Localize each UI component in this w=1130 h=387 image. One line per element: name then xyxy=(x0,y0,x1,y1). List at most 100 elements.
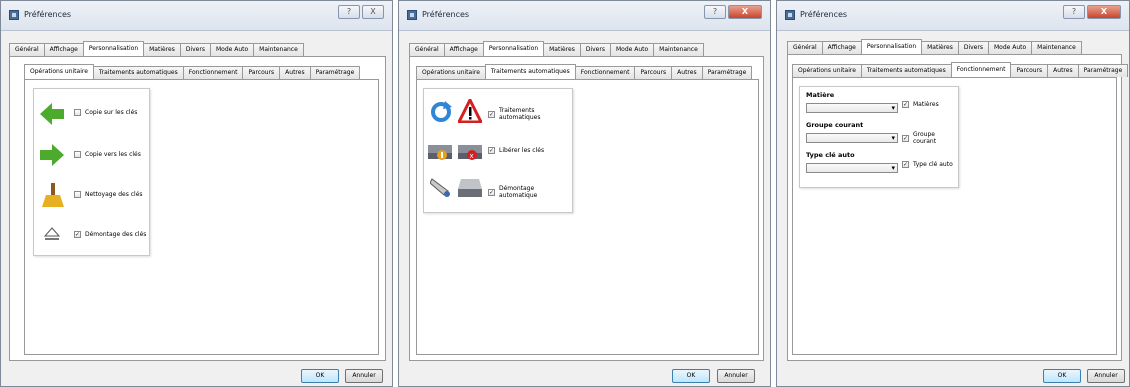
tab-affichage[interactable]: Affichage xyxy=(821,41,862,54)
tab-divers[interactable]: Divers xyxy=(957,41,989,54)
preferences-window-1: Préférences ? X Général Affichage Person… xyxy=(0,0,393,387)
help-button[interactable]: ? xyxy=(1063,5,1085,19)
close-button[interactable]: X xyxy=(362,5,384,19)
tab-personnalisation[interactable]: Personnalisation xyxy=(860,39,923,54)
tab-maintenance[interactable]: Maintenance xyxy=(653,43,704,56)
tab-matieres[interactable]: Matières xyxy=(921,41,959,54)
tab-general[interactable]: Général xyxy=(409,43,445,56)
cancel-button[interactable]: Annuler xyxy=(345,369,383,383)
tab-mode-auto[interactable]: Mode Auto xyxy=(609,43,655,56)
subtab-fonctionnement[interactable]: Fonctionnement xyxy=(182,66,244,79)
ok-button[interactable]: OK xyxy=(1043,369,1081,383)
subtab-autres[interactable]: Autres xyxy=(1047,64,1079,77)
type-cle-checkbox[interactable]: ✓ xyxy=(902,161,909,168)
subtab-autres[interactable]: Autres xyxy=(671,66,703,79)
title-bar: Préférences ? X xyxy=(399,1,770,31)
subtab-operations-unitaire[interactable]: Opérations unitaire xyxy=(416,66,486,79)
close-button[interactable]: X xyxy=(728,5,762,19)
tab-maintenance[interactable]: Maintenance xyxy=(1031,41,1082,54)
tab-affichage[interactable]: Affichage xyxy=(43,43,84,56)
drive-icon xyxy=(458,179,482,197)
tab-divers[interactable]: Divers xyxy=(179,43,211,56)
tab-maintenance[interactable]: Maintenance xyxy=(253,43,304,56)
liberer-checkbox[interactable]: ✓ xyxy=(488,147,495,154)
matieres-label: Matières xyxy=(913,101,939,108)
copie-sur-checkbox[interactable] xyxy=(74,109,81,116)
traitements-checkbox[interactable]: ✓ xyxy=(488,110,495,118)
window-title: Préférences xyxy=(422,10,470,19)
main-tab-pane: Opérations unitaire Traitements automati… xyxy=(409,56,764,361)
traitements-group: ✓ Traitements automatiques x ✓ Libérer les… xyxy=(423,88,573,213)
ok-button[interactable]: OK xyxy=(672,369,710,383)
groupe-courant-heading: Groupe courant xyxy=(806,121,864,129)
tab-matieres[interactable]: Matières xyxy=(143,43,181,56)
matiere-heading: Matière xyxy=(806,91,835,99)
liberer-label: Libérer les clés xyxy=(499,147,545,154)
operations-group: Copie sur les clés Copie vers les clés N… xyxy=(33,88,150,256)
subtab-fonctionnement[interactable]: Fonctionnement xyxy=(950,62,1012,77)
window-title: Préférences xyxy=(800,10,848,19)
help-button[interactable]: ? xyxy=(338,5,360,19)
sub-tab-pane: Copie sur les clés Copie vers les clés N… xyxy=(24,79,379,355)
groupe-courant-combo[interactable] xyxy=(806,133,898,143)
demontage-auto-checkbox[interactable]: ✓ xyxy=(488,188,495,196)
tab-matieres[interactable]: Matières xyxy=(543,43,581,56)
matieres-checkbox[interactable]: ✓ xyxy=(902,101,909,108)
type-cle-label: Type clé auto xyxy=(913,161,953,168)
preferences-window-2: Préférences ? X Général Affichage Person… xyxy=(398,0,771,387)
matiere-combo[interactable] xyxy=(806,103,898,113)
subtab-autres[interactable]: Autres xyxy=(279,66,311,79)
subtab-parametrage[interactable]: Paramétrage xyxy=(701,66,753,79)
type-cle-heading: Type clé auto xyxy=(806,151,855,159)
cancel-button[interactable]: Annuler xyxy=(717,369,755,383)
subtab-traitements-automatiques[interactable]: Traitements automatiques xyxy=(92,66,184,79)
demontage-auto-label: Démontage automatique xyxy=(499,185,538,199)
subtab-operations-unitaire[interactable]: Opérations unitaire xyxy=(792,64,862,77)
subtab-operations-unitaire[interactable]: Opérations unitaire xyxy=(24,64,94,79)
app-icon xyxy=(9,10,19,20)
tab-personnalisation[interactable]: Personnalisation xyxy=(82,41,145,56)
fonctionnement-group: Matière ✓ Matières Groupe courant ✓ Groupe… xyxy=(799,86,959,188)
groupe-courant-checkbox[interactable]: ✓ xyxy=(902,134,909,142)
sub-tab-pane: ✓ Traitements automatiques x ✓ Libérer les… xyxy=(416,79,759,355)
pen-tool-icon xyxy=(430,178,450,197)
nettoyage-label: Nettoyage des clés xyxy=(85,191,143,198)
close-button[interactable]: X xyxy=(1087,5,1121,19)
warning-icon xyxy=(458,99,482,123)
demontage-checkbox[interactable]: ✓ xyxy=(74,231,81,238)
copie-sur-label: Copie sur les clés xyxy=(85,109,138,116)
window-title: Préférences xyxy=(24,10,72,19)
eject-icon xyxy=(44,227,60,240)
subtab-traitements-automatiques[interactable]: Traitements automatiques xyxy=(860,64,952,77)
tab-divers[interactable]: Divers xyxy=(579,43,611,56)
svg-text:x: x xyxy=(470,152,474,160)
tab-general[interactable]: Général xyxy=(787,41,823,54)
drive-remove-icon: x xyxy=(458,145,482,160)
arrow-right-icon xyxy=(40,144,64,166)
copie-vers-label: Copie vers les clés xyxy=(85,151,141,158)
tab-general[interactable]: Général xyxy=(9,43,45,56)
tab-mode-auto[interactable]: Mode Auto xyxy=(987,41,1033,54)
refresh-icon xyxy=(431,101,452,122)
app-icon xyxy=(785,10,795,20)
title-bar: Préférences ? X xyxy=(1,1,392,31)
tab-mode-auto[interactable]: Mode Auto xyxy=(209,43,255,56)
title-bar: Préférences ? X xyxy=(777,1,1129,31)
tab-personnalisation[interactable]: Personnalisation xyxy=(482,41,545,56)
type-cle-combo[interactable] xyxy=(806,163,898,173)
subtab-parametrage[interactable]: Paramétrage xyxy=(1077,64,1129,77)
copie-vers-checkbox[interactable] xyxy=(74,151,81,158)
tab-affichage[interactable]: Affichage xyxy=(443,43,484,56)
nettoyage-checkbox[interactable] xyxy=(74,191,81,198)
subtab-parcours[interactable]: Parcours xyxy=(1010,64,1049,77)
cancel-button[interactable]: Annuler xyxy=(1087,369,1125,383)
subtab-parcours[interactable]: Parcours xyxy=(634,66,673,79)
help-button[interactable]: ? xyxy=(704,5,726,19)
app-icon xyxy=(407,10,417,20)
ok-button[interactable]: OK xyxy=(301,369,339,383)
arrow-left-icon xyxy=(40,103,64,125)
subtab-parametrage[interactable]: Paramétrage xyxy=(309,66,361,79)
subtab-parcours[interactable]: Parcours xyxy=(242,66,281,79)
subtab-fonctionnement[interactable]: Fonctionnement xyxy=(574,66,636,79)
subtab-traitements-automatiques[interactable]: Traitements automatiques xyxy=(484,64,576,79)
